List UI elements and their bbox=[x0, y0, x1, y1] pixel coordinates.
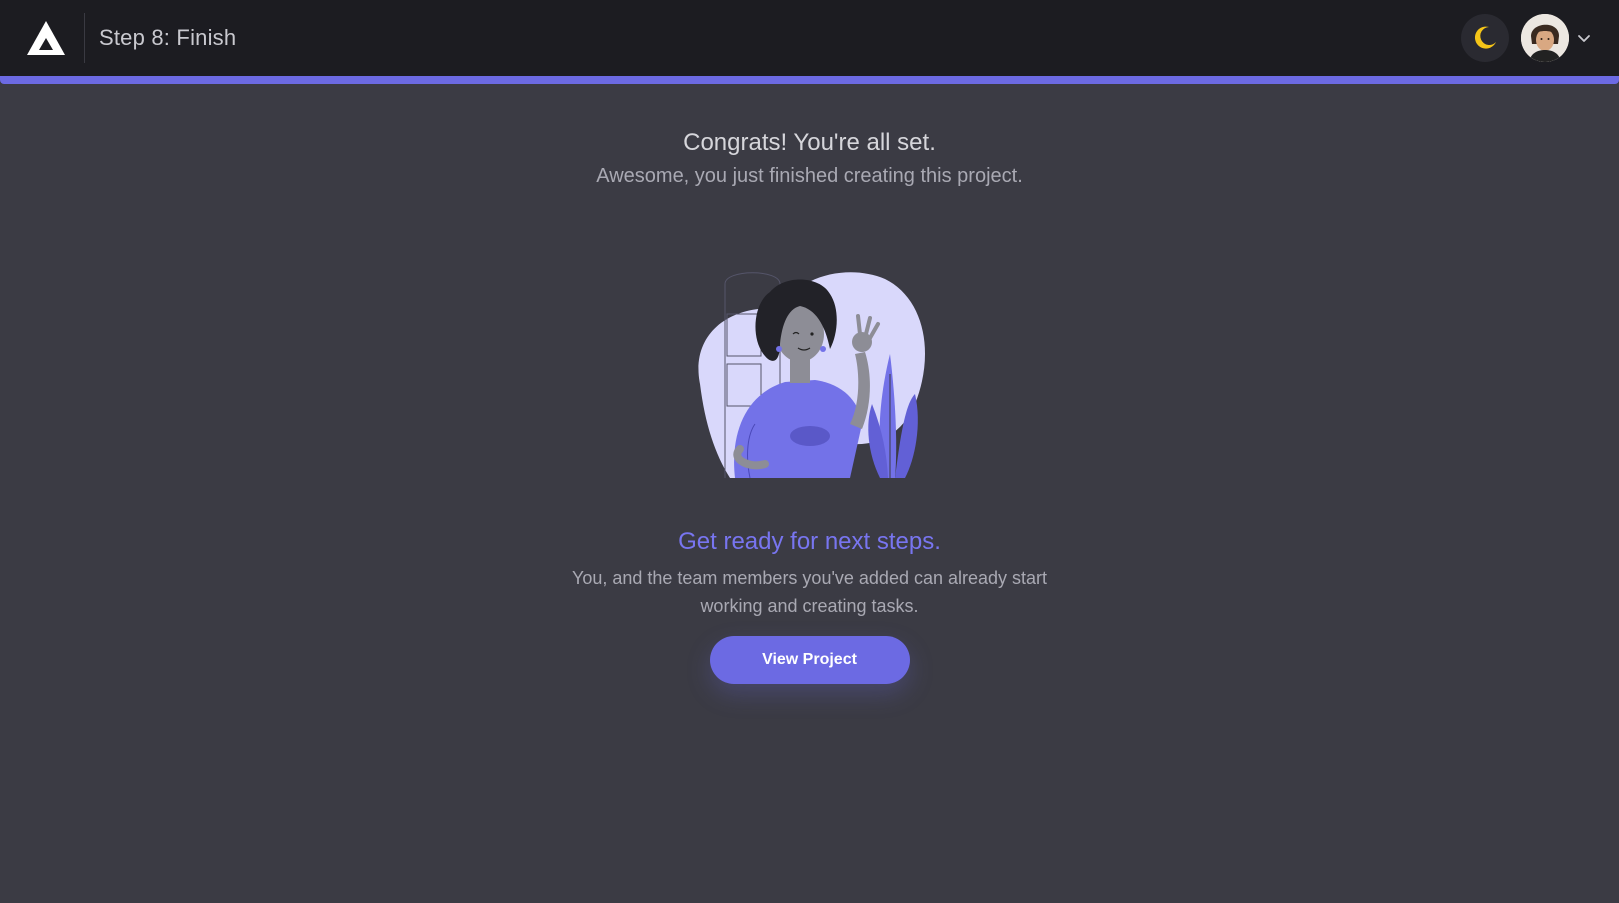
progress-fill bbox=[0, 76, 1619, 84]
top-bar: Step 8: Finish bbox=[0, 0, 1619, 76]
congrats-heading: Congrats! You're all set. bbox=[683, 129, 936, 156]
congrats-subheading: Awesome, you just finished creating this… bbox=[596, 165, 1023, 187]
header-actions bbox=[1461, 14, 1591, 62]
triangle-logo-icon[interactable] bbox=[22, 14, 70, 62]
moon-icon bbox=[1474, 26, 1496, 49]
user-avatar[interactable] bbox=[1521, 14, 1569, 62]
header-divider bbox=[84, 13, 85, 63]
theme-toggle-button[interactable] bbox=[1461, 14, 1509, 62]
progress-bar bbox=[0, 76, 1619, 84]
main-content: Congrats! You're all set. Awesome, you j… bbox=[0, 84, 1619, 684]
woman-ok-gesture-illustration bbox=[690, 264, 930, 479]
next-steps-title: Get ready for next steps. bbox=[678, 528, 941, 555]
page-title: Step 8: Finish bbox=[99, 25, 237, 50]
view-project-button[interactable]: View Project bbox=[709, 636, 910, 684]
chevron-down-icon[interactable] bbox=[1577, 31, 1591, 45]
next-steps-description: You, and the team members you've added c… bbox=[571, 568, 1048, 616]
